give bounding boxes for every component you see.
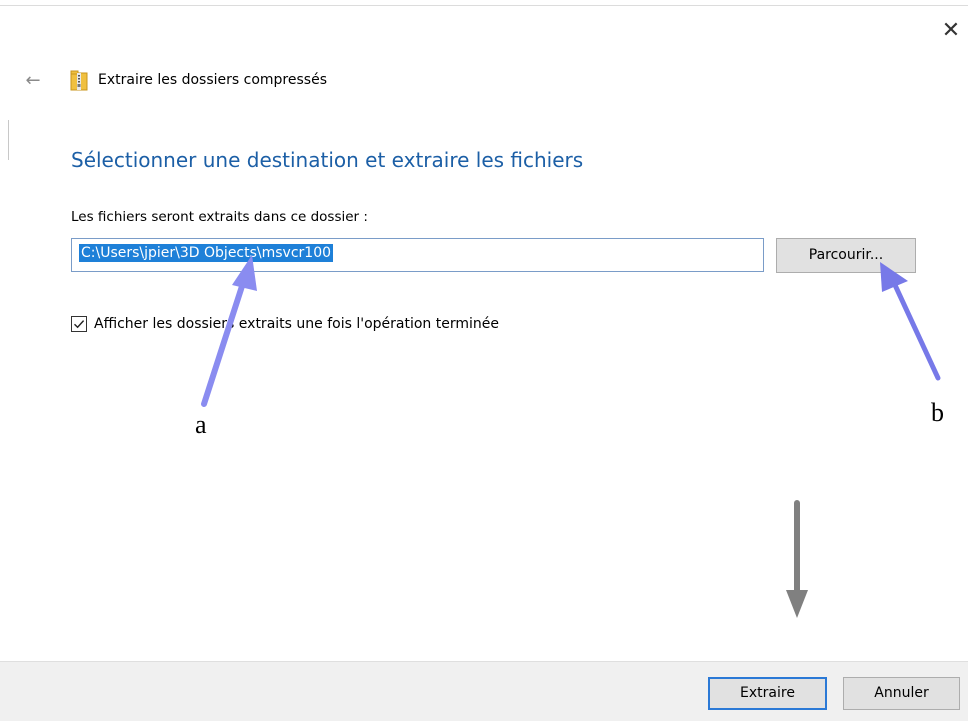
annotation-label-b: b [931, 398, 944, 427]
show-folders-label[interactable]: Afficher les dossiers extraits une fois … [94, 316, 499, 332]
extract-dialog: ✕ ← Extraire les dossiers compressés Sél… [0, 0, 968, 721]
close-icon[interactable]: ✕ [940, 20, 962, 42]
destination-path-input[interactable]: C:\Users\jpier\3D Objects\msvcr100 [71, 238, 764, 272]
show-folders-checkbox[interactable] [71, 316, 87, 332]
show-folders-option[interactable]: Afficher les dossiers extraits une fois … [71, 314, 499, 334]
destination-path-text: C:\Users\jpier\3D Objects\msvcr100 [79, 244, 334, 262]
annotation-arrow-b [880, 262, 941, 381]
zip-folder-icon [70, 69, 88, 91]
browse-button[interactable]: Parcourir... [776, 238, 916, 273]
main-instruction: Sélectionner une destination et extraire… [71, 148, 584, 172]
window-title: Extraire les dossiers compressés [98, 72, 327, 88]
annotation-arrows [201, 255, 941, 618]
extract-button[interactable]: Extraire [708, 677, 827, 710]
cancel-button[interactable]: Annuler [843, 677, 960, 710]
top-border [0, 5, 968, 6]
destination-label: Les fichiers seront extraits dans ce dos… [71, 209, 368, 225]
annotation-arrow-extract [786, 500, 808, 618]
back-arrow-icon[interactable]: ← [22, 70, 44, 92]
left-edge-mark [8, 120, 9, 160]
annotation-label-a: a [195, 410, 207, 439]
